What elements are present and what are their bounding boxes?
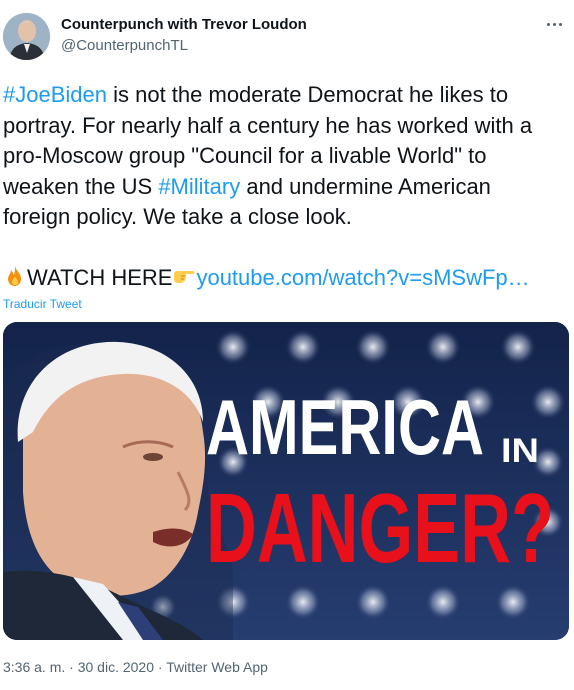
tweet-text-line: WATCH HERE youtube.com/watch?v=sMSwFp… bbox=[3, 263, 567, 294]
tweet-header: Counterpunch with Trevor Loudon @Counter… bbox=[0, 0, 574, 70]
tweet-text-segment: is not the moderate Democrat he likes to bbox=[106, 82, 509, 107]
tweet-text-line: #JoeBiden is not the moderate Democrat h… bbox=[3, 80, 567, 111]
tweet-meta: 3:36 a. m. · 30 dic. 2020 · Twitter Web … bbox=[3, 659, 268, 675]
tweet-time-link[interactable]: 3:36 a. m. bbox=[3, 659, 65, 675]
headline-danger: DANGER? bbox=[206, 473, 554, 583]
meta-separator: · bbox=[154, 659, 167, 675]
headline-america: AMERICA bbox=[206, 383, 484, 471]
tweet-text-line: portray. For nearly half a century he ha… bbox=[3, 112, 533, 138]
translate-tweet-link[interactable]: Traducir Tweet bbox=[3, 297, 82, 311]
avatar[interactable] bbox=[3, 13, 50, 60]
tweet-media-image[interactable]: AMERICA IN DANGER? bbox=[3, 322, 569, 640]
media-thumbnail: AMERICA IN DANGER? bbox=[3, 322, 569, 640]
tweet-source-link[interactable]: Twitter Web App bbox=[166, 659, 268, 675]
author-handle[interactable]: @CounterpunchTL bbox=[61, 37, 188, 54]
tweet-text-line: weaken the US #Military and undermine Am… bbox=[3, 172, 567, 203]
meta-separator: · bbox=[65, 659, 78, 675]
tweet-text-segment: and undermine American bbox=[240, 173, 491, 199]
author-display-name[interactable]: Counterpunch with Trevor Loudon bbox=[61, 16, 307, 33]
fire-emoji-icon bbox=[8, 266, 21, 286]
headline-in: IN bbox=[501, 432, 539, 470]
hashtag-joebiden[interactable]: #JoeBiden bbox=[3, 82, 107, 107]
tweet-text-line: foreign policy. We take a close look. bbox=[3, 204, 352, 229]
more-horizontal-icon[interactable] bbox=[542, 14, 566, 34]
tweet-text-segment: weaken the US bbox=[3, 173, 159, 199]
youtube-link[interactable]: youtube.com/watch?v=sMSwFp… bbox=[196, 265, 529, 290]
tweet-text: #JoeBiden is not the moderate Democrat h… bbox=[3, 80, 567, 294]
avatar-photo-icon bbox=[3, 13, 50, 60]
tweet-text-line: pro-Moscow group "Council for a livable … bbox=[3, 143, 487, 168]
hashtag-military[interactable]: #Military bbox=[158, 174, 240, 199]
tweet-date-link[interactable]: 30 dic. 2020 bbox=[78, 659, 154, 675]
pointing-right-emoji-icon bbox=[174, 271, 195, 283]
watch-here-label: WATCH HERE bbox=[27, 265, 173, 290]
